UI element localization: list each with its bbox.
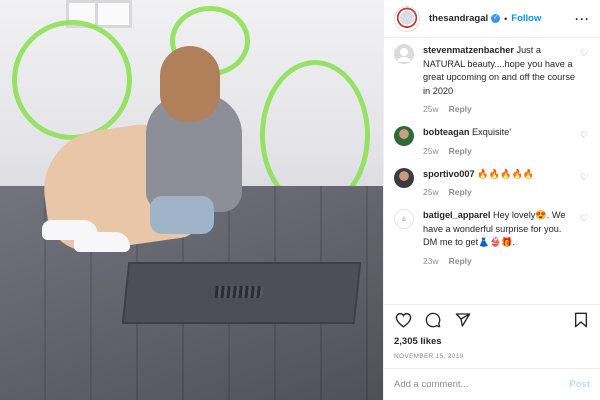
- comment-meta: 23w Reply: [423, 256, 576, 266]
- drain-grate: [121, 262, 362, 324]
- reply-button[interactable]: Reply: [449, 187, 472, 197]
- user-avatar[interactable]: [394, 126, 414, 146]
- comment-username[interactable]: stevenmatzenbacher: [423, 45, 514, 55]
- header-separator: •: [504, 13, 508, 24]
- comment-like-heart-icon[interactable]: ♡: [580, 172, 590, 182]
- verified-badge-icon: ✓: [491, 14, 501, 23]
- comment-like-heart-icon[interactable]: ♡: [580, 48, 590, 58]
- reply-button[interactable]: Reply: [449, 146, 472, 156]
- comment-username[interactable]: batigel_apparel: [423, 210, 490, 220]
- comment-text: stevenmatzenbacher Just a NATURAL beauty…: [423, 44, 576, 98]
- comment-username[interactable]: bobteagan: [423, 127, 469, 137]
- brand-logo-avatar[interactable]: ♧: [394, 209, 414, 229]
- graffiti-shape: [12, 20, 132, 140]
- bookmark-icon[interactable]: [572, 311, 590, 329]
- post-header: thesandragal ✓ • Follow ···: [384, 0, 600, 38]
- comment-text: sportivo007 🔥🔥🔥🔥🔥: [423, 168, 576, 182]
- comment-time[interactable]: 25w: [423, 104, 439, 114]
- share-icon[interactable]: [454, 311, 472, 329]
- comment-meta: 25w Reply: [423, 104, 576, 114]
- person-shorts: [150, 196, 214, 234]
- comment-like-heart-icon[interactable]: ♡: [580, 213, 590, 223]
- user-avatar[interactable]: [394, 167, 414, 188]
- post-date[interactable]: NOVEMBER 15, 2019: [384, 347, 600, 368]
- comment-time[interactable]: 25w: [423, 187, 439, 197]
- more-options-icon[interactable]: ···: [575, 12, 590, 26]
- likes-count[interactable]: 2,305 likes: [384, 334, 600, 347]
- post-comment-button[interactable]: Post: [569, 379, 590, 390]
- person-head: [160, 46, 220, 122]
- comment-username[interactable]: sportivo007: [423, 169, 475, 179]
- comment-text: bobteagan Exquisite': [423, 126, 576, 140]
- comment-time[interactable]: 25w: [423, 146, 439, 156]
- comment-time[interactable]: 23w: [423, 256, 439, 266]
- heart-icon[interactable]: [394, 311, 412, 329]
- profile-avatar[interactable]: [394, 5, 420, 32]
- post-side-panel: thesandragal ✓ • Follow ··· stevenmatzen…: [383, 0, 600, 400]
- comment-item: ♧ batigel_apparel Hey lovely😍. We have a…: [394, 209, 590, 266]
- comment-like-heart-icon[interactable]: ♡: [580, 130, 590, 140]
- reply-button[interactable]: Reply: [449, 256, 472, 266]
- add-comment-input[interactable]: [394, 379, 570, 390]
- follow-button[interactable]: Follow: [511, 13, 541, 24]
- comment-body: 🔥🔥🔥🔥🔥: [477, 168, 535, 179]
- comment-icon[interactable]: [424, 311, 442, 329]
- instagram-post: thesandragal ✓ • Follow ··· stevenmatzen…: [0, 0, 600, 400]
- add-comment-bar: Post: [384, 368, 600, 400]
- comment-item: sportivo007 🔥🔥🔥🔥🔥 25w Reply ♡: [394, 167, 590, 197]
- comment-body: Exquisite': [472, 127, 512, 137]
- comment-item: stevenmatzenbacher Just a NATURAL beauty…: [394, 44, 590, 114]
- comment-item: bobteagan Exquisite' 25w Reply ♡: [394, 126, 590, 156]
- comment-meta: 25w Reply: [423, 187, 576, 197]
- post-actions: [384, 304, 600, 334]
- post-photo[interactable]: [0, 0, 383, 400]
- header-username[interactable]: thesandragal: [429, 13, 488, 24]
- comments-list[interactable]: stevenmatzenbacher Just a NATURAL beauty…: [384, 38, 600, 304]
- comment-text: batigel_apparel Hey lovely😍. We have a w…: [423, 209, 576, 250]
- reply-button[interactable]: Reply: [449, 104, 472, 114]
- comment-meta: 25w Reply: [423, 146, 576, 156]
- sneaker: [74, 232, 130, 252]
- default-avatar-icon[interactable]: [394, 44, 414, 64]
